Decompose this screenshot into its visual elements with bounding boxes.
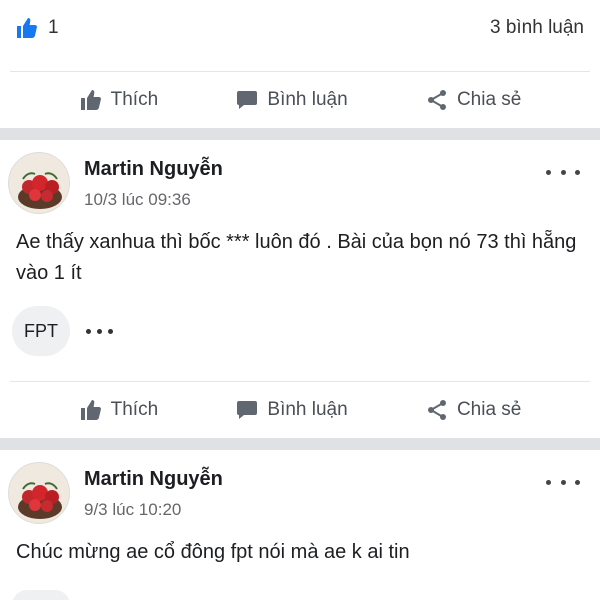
author-name[interactable]: Martin Nguyễn	[84, 158, 223, 181]
share-label: Chia sẻ	[456, 399, 522, 420]
share-button[interactable]: Chia sẻ	[425, 88, 521, 112]
like-label: Thích	[110, 89, 159, 110]
post-header: Martin Nguyễn 9/3 lúc 10:20	[0, 462, 600, 532]
thumbs-up-icon	[80, 400, 101, 420]
comment-label: Bình luận	[267, 399, 348, 420]
tag-more-button[interactable]	[86, 328, 113, 334]
comment-label: Bình luận	[267, 89, 348, 110]
more-dot	[108, 328, 113, 334]
more-dot	[560, 169, 566, 175]
reactions-summary: 1 3 bình luận	[0, 0, 600, 56]
post-text: Ae thấy xanhua thì bốc *** luôn đó . Bài…	[16, 231, 577, 284]
more-dot	[546, 169, 551, 175]
more-dot	[575, 479, 580, 485]
more-options-button[interactable]	[546, 474, 580, 490]
post-separator	[0, 438, 600, 450]
more-dot	[575, 169, 580, 175]
comment-count-link[interactable]: 3 bình luận	[490, 17, 584, 39]
post-tags: FPT	[12, 306, 113, 356]
more-dot	[546, 479, 551, 485]
share-icon	[427, 90, 446, 110]
post-separator	[0, 128, 600, 140]
tag-chip[interactable]: FPT	[12, 306, 70, 356]
post-action-bar: Thích Bình luận Chia sẻ	[0, 382, 600, 438]
more-dot	[86, 328, 91, 334]
comment-icon	[237, 401, 258, 419]
more-dot	[97, 328, 102, 334]
like-reaction-icon	[14, 15, 40, 41]
post-timestamp[interactable]: 9/3 lúc 10:20	[84, 500, 181, 520]
reaction-count: 1	[48, 17, 59, 38]
share-icon	[427, 400, 446, 420]
share-button[interactable]: Chia sẻ	[425, 398, 521, 422]
reactions-left[interactable]: 1	[14, 15, 59, 41]
share-label: Chia sẻ	[456, 89, 522, 110]
post-timestamp[interactable]: 10/3 lúc 09:36	[84, 190, 191, 210]
post-text: Chúc mừng ae cổ đông fpt nói mà ae k ai …	[16, 541, 410, 563]
post-action-bar: Thích Bình luận Chia sẻ	[0, 72, 600, 128]
like-button[interactable]: Thích	[79, 88, 159, 112]
comment-icon	[237, 91, 258, 109]
like-button[interactable]: Thích	[79, 398, 159, 422]
comment-button[interactable]: Bình luận	[235, 88, 348, 112]
news-feed: 1 3 bình luận Thích Bình luận Chia sẻ Ma…	[0, 0, 600, 600]
more-options-button[interactable]	[546, 164, 580, 180]
avatar[interactable]	[8, 152, 70, 214]
more-dot	[560, 479, 566, 485]
comment-button[interactable]: Bình luận	[235, 398, 348, 422]
avatar[interactable]	[8, 462, 70, 524]
post-header: Martin Nguyễn 10/3 lúc 09:36	[0, 152, 600, 222]
thumbs-up-icon	[80, 90, 101, 110]
author-name[interactable]: Martin Nguyễn	[84, 468, 223, 491]
like-label: Thích	[110, 399, 159, 420]
tag-chip[interactable]	[12, 590, 70, 600]
